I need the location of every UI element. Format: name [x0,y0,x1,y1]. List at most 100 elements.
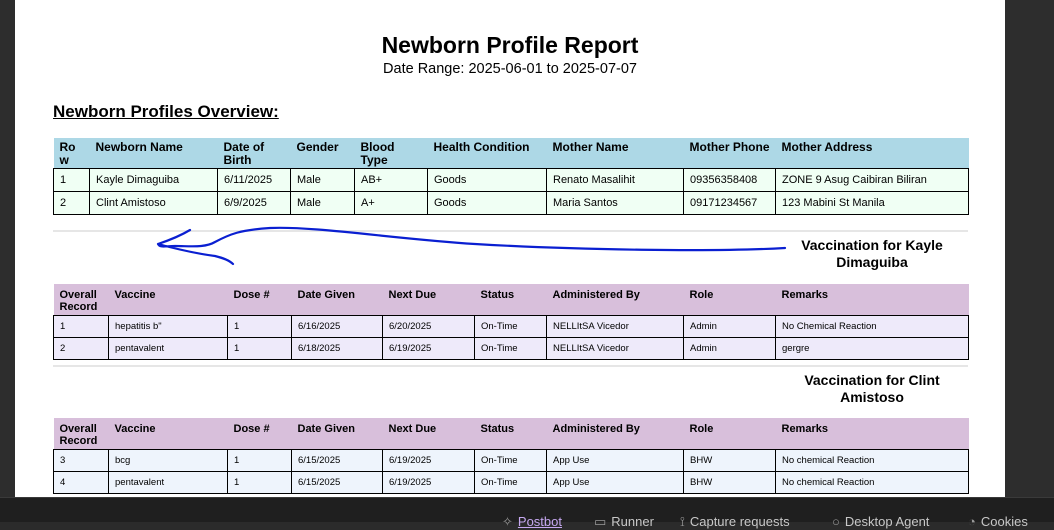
record-number-cell: 3 [53,449,109,472]
column-header: Newborn Name [89,138,218,169]
cookies-tab[interactable]: ◔ Cookies [968,514,1028,529]
cookie-icon: ◔ [968,514,976,529]
vaccination-heading-kayle: Vaccination for Kayle Dimaguiba [801,237,943,270]
record-number-cell: 4 [53,471,109,494]
column-header: Remarks [775,284,969,316]
newborn-table-header-row: Row Newborn Name Date of Birth Gender Bl… [53,138,969,169]
desktop-agent-label: Desktop Agent [844,514,930,529]
column-header: Status [474,418,547,450]
status-cell: On-Time [474,337,547,360]
report-title: Newborn Profile Report [381,32,639,58]
health-condition-cell: Goods [427,191,547,215]
next-due-cell: 6/19/2025 [382,337,475,360]
capture-requests-label: Capture requests [689,514,790,529]
gender-cell: Male [290,191,355,215]
dose-cell: 1 [227,337,292,360]
column-header: Health Condition [427,138,547,169]
mother-name-cell: Maria Santos [546,191,684,215]
runner-tab[interactable]: ▭ Runner [594,514,654,530]
column-header: Mother Address [775,138,969,169]
column-header: Administered By [546,418,684,450]
column-header: Date Given [291,284,383,316]
column-header: Role [683,284,776,316]
report-date-range: Date Range: 2025-06-01 to 2025-07-07 [383,61,637,77]
next-due-cell: 6/19/2025 [382,471,475,494]
column-header: Row [53,138,90,169]
newborn-name-cell: Kayle Dimaguiba [89,168,218,192]
vaccine-cell: bcg [108,449,228,472]
blood-type-cell: A+ [354,191,428,215]
blood-type-cell: AB+ [354,168,428,192]
column-header: Role [683,418,776,450]
column-header: Status [474,284,547,316]
desktop-agent-tab[interactable]: ○ Desktop Agent [832,514,929,529]
runner-label: Runner [611,514,654,529]
mother-phone-cell: 09356358408 [683,168,776,192]
capture-icon: ⟟ [680,514,685,529]
vaccine-cell: hepatitis b" [108,315,228,338]
row-number-cell: 1 [53,168,90,192]
role-cell: Admin [683,315,776,338]
next-due-cell: 6/19/2025 [382,449,475,472]
capture-requests-tab[interactable]: ⟟ Capture requests [680,514,790,530]
mother-address-cell: 123 Mabini St Manila [775,191,969,215]
column-header: Overall Record [53,284,109,316]
date-of-birth-cell: 6/11/2025 [217,168,291,192]
mother-address-cell: ZONE 9 Asug Caibiran Biliran [775,168,969,192]
status-cell: On-Time [474,315,547,338]
postbot-tab[interactable]: ✧ Postbot [502,514,562,530]
right-scroll-gutter [1005,0,1054,497]
role-cell: BHW [683,449,776,472]
administered-by-cell: NELLItSA Vicedor [546,337,684,360]
dose-cell: 1 [227,471,292,494]
table-row: 3 bcg 1 6/15/2025 6/19/2025 On-Time App … [53,449,969,472]
column-header: Next Due [382,418,475,450]
next-due-cell: 6/20/2025 [382,315,475,338]
vaccine-cell: pentavalent [108,471,228,494]
status-cell: On-Time [474,471,547,494]
column-header: Dose # [227,284,292,316]
remarks-cell: No Chemical Reaction [775,315,969,338]
column-header: Overall Record [53,418,109,450]
administered-by-cell: App Use [546,471,684,494]
newborn-name-cell: Clint Amistoso [89,191,218,215]
section-divider [53,230,968,232]
administered-by-cell: NELLItSA Vicedor [546,315,684,338]
date-given-cell: 6/15/2025 [291,471,383,494]
bottom-status-bar: ✧ Postbot ▭ Runner ⟟ Capture requests ○ Desk… [0,497,1054,529]
newborn-profiles-table: Row Newborn Name Date of Birth Gender Bl… [53,138,969,215]
column-header: Blood Type [354,138,428,169]
agent-icon: ○ [832,514,840,529]
date-of-birth-cell: 6/9/2025 [217,191,291,215]
health-condition-cell: Goods [427,168,547,192]
remarks-cell: No chemical Reaction [775,449,969,472]
gender-cell: Male [290,168,355,192]
column-header: Date of Birth [217,138,291,169]
report-page: Newborn Profile Report Date Range: 2025-… [15,0,1005,497]
column-header: Next Due [382,284,475,316]
column-header: Date Given [291,418,383,450]
column-header: Gender [290,138,355,169]
administered-by-cell: App Use [546,449,684,472]
column-header: Mother Name [546,138,684,169]
role-cell: Admin [683,337,776,360]
section-divider [53,365,968,367]
postbot-label: Postbot [517,514,562,529]
postbot-icon: ✧ [502,514,513,529]
table-row: 1 hepatitis b" 1 6/16/2025 6/20/2025 On-… [53,315,969,338]
mother-name-cell: Renato Masalihit [546,168,684,192]
vaccination-table-header-row: Overall Record Vaccine Dose # Date Given… [53,284,969,316]
dose-cell: 1 [227,315,292,338]
mother-phone-cell: 09171234567 [683,191,776,215]
runner-icon: ▭ [594,514,607,529]
vaccination-table-header-row: Overall Record Vaccine Dose # Date Given… [53,418,969,450]
table-row: 1 Kayle Dimaguiba 6/11/2025 Male AB+ Goo… [53,168,969,192]
date-given-cell: 6/15/2025 [291,449,383,472]
dose-cell: 1 [227,449,292,472]
column-header: Mother Phone [683,138,776,169]
remarks-cell: No chemical Reaction [775,471,969,494]
date-given-cell: 6/16/2025 [291,315,383,338]
newborn-section-title: Newborn Profiles Overview: [53,102,279,121]
vaccination-heading-clint: Vaccination for Clint Amistoso [804,372,940,405]
left-window-edge [0,0,15,497]
